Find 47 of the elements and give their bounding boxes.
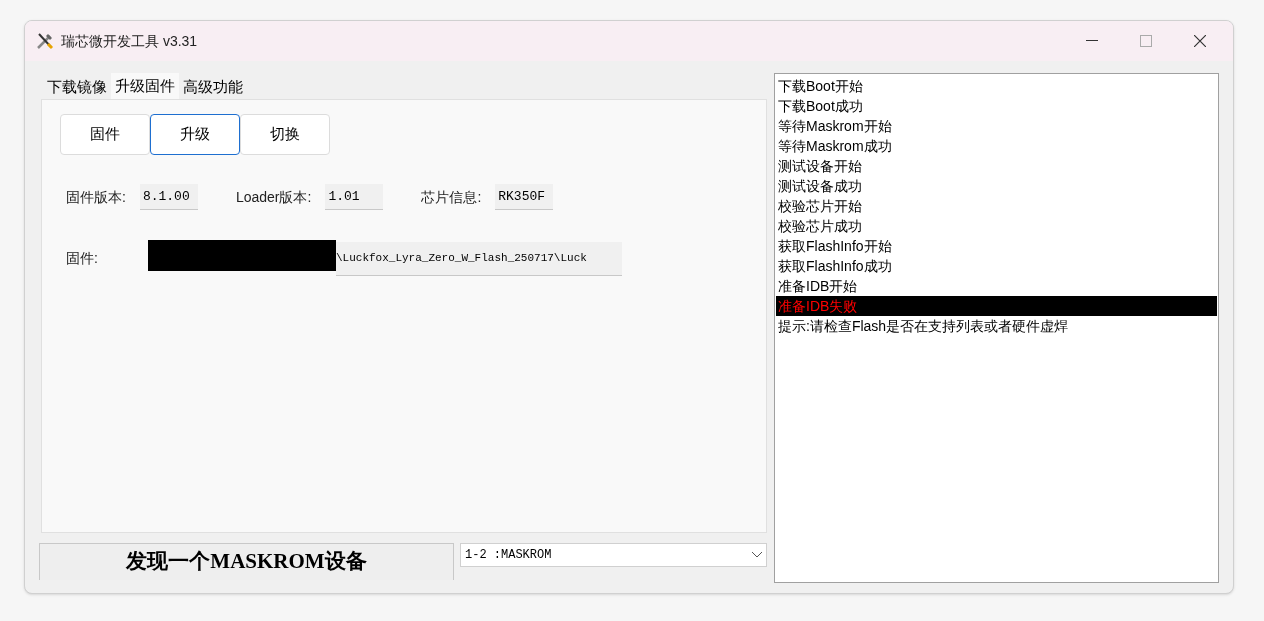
device-dropdown[interactable]: 1-2 :MASKROM <box>460 543 767 567</box>
path-field[interactable]: \Luckfox_Lyra_Zero_W_Flash_250717\Luck <box>336 242 622 276</box>
log-text: 提示:请检查Flash是否在支持列表或者硬件虚焊 <box>778 318 1069 334</box>
close-icon <box>1194 35 1206 47</box>
log-row[interactable]: 准备IDB失败 <box>776 296 1217 316</box>
log-text: 等待Maskrom开始 <box>778 118 892 134</box>
log-row[interactable]: 等待Maskrom成功 <box>776 136 1217 156</box>
log-row[interactable]: 获取FlashInfo开始 <box>776 236 1217 256</box>
field-label: 固件: <box>66 248 99 268</box>
log-row[interactable]: 校验芯片成功 <box>776 216 1217 236</box>
chevron-down-icon <box>752 552 762 558</box>
log-text: 测试设备开始 <box>778 158 862 174</box>
log-text: 准备IDB失败 <box>778 298 858 314</box>
log-row[interactable]: 校验芯片开始 <box>776 196 1217 216</box>
log-row[interactable]: 测试设备开始 <box>776 156 1217 176</box>
field-label: 固件版本: <box>66 187 126 207</box>
tools-icon <box>35 31 55 51</box>
log-text: 下载Boot开始 <box>778 78 863 94</box>
log-row[interactable]: 获取FlashInfo成功 <box>776 256 1217 276</box>
log-text: 校验芯片开始 <box>778 198 862 214</box>
log-text: 校验芯片成功 <box>778 218 862 234</box>
log-row[interactable]: 准备IDB开始 <box>776 276 1217 296</box>
field-label: 芯片信息: <box>421 187 482 207</box>
segment-button[interactable]: 固件 <box>60 114 150 155</box>
status-text: 发现一个MASKROM设备 <box>39 543 454 580</box>
log-row[interactable]: 测试设备成功 <box>776 176 1217 196</box>
window-title: 瑞芯微开发工具 v3.31 <box>61 31 198 51</box>
maximize-icon <box>1140 35 1152 47</box>
value-field: 1.01 <box>325 184 384 210</box>
minimize-icon <box>1086 40 1098 42</box>
log-text: 获取FlashInfo开始 <box>778 238 892 254</box>
log-text: 准备IDB开始 <box>778 278 858 294</box>
dropdown-value: 1-2 :MASKROM <box>465 547 553 564</box>
log-text: 获取FlashInfo成功 <box>778 258 892 274</box>
log-row[interactable]: 下载Boot开始 <box>776 76 1217 96</box>
log-text: 测试设备成功 <box>778 178 862 194</box>
value-field: RK350F <box>495 184 554 210</box>
segment-button[interactable]: 升级 <box>150 114 240 155</box>
field-label: Loader版本: <box>235 187 312 207</box>
log-row[interactable]: 提示:请检查Flash是否在支持列表或者硬件虚焊 <box>776 316 1217 336</box>
log-row[interactable]: 等待Maskrom开始 <box>776 116 1217 136</box>
log-row[interactable]: 下载Boot成功 <box>776 96 1217 116</box>
tab[interactable]: 升级固件 <box>111 73 179 99</box>
segment-button[interactable]: 切换 <box>240 114 330 155</box>
value-field: 8.1.00 <box>139 184 198 210</box>
log-text: 等待Maskrom成功 <box>778 138 892 154</box>
log-text: 下载Boot成功 <box>778 98 863 114</box>
